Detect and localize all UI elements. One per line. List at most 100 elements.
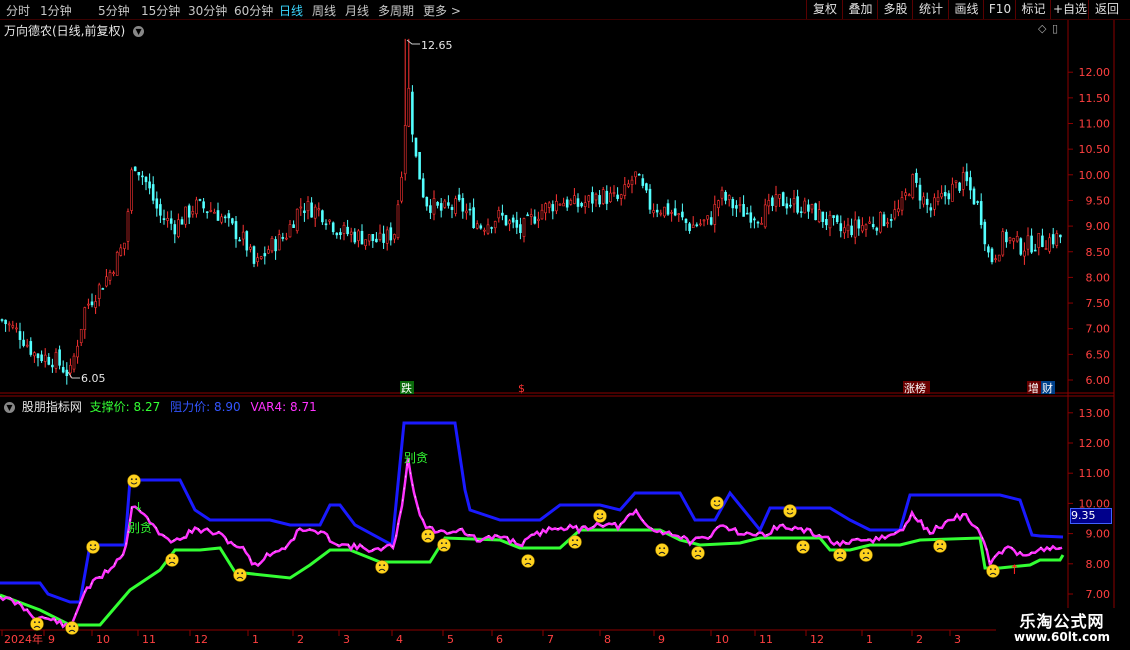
candle-body [727,195,731,200]
candle-body [29,341,33,355]
candle-body [911,174,915,198]
time-tick-label: 10 [715,633,729,646]
candle-body [454,198,457,214]
zengcai-marker[interactable]: 增 [1028,381,1039,395]
time-tick-label: 8 [604,633,611,646]
indicator-tick-label: 13.00 [1079,407,1111,420]
candle-body [814,203,817,221]
cai-marker[interactable]: 财 [1042,381,1053,395]
candlestick-series [0,38,1062,385]
candle-body [904,192,907,196]
candle-body [544,203,547,214]
candle-body [875,227,879,231]
frown-icon [833,548,847,562]
candle-body [1023,250,1026,257]
candle-body [774,194,778,207]
frown-icon [437,538,451,552]
candle-body [281,237,285,239]
candle-body [879,211,882,233]
candle-body [94,301,97,308]
candle-body [558,203,562,206]
candle-body [702,219,706,222]
candle-body [1008,237,1012,241]
candle-body [882,214,886,227]
candle-body [738,204,742,206]
frown-icon [421,529,435,543]
candle-body [209,210,213,212]
candle-body [634,171,637,178]
candle-body [353,231,357,243]
candle-body [735,205,738,209]
candle-body [191,211,195,215]
frown-icon [568,535,582,549]
candle-body [515,219,519,228]
candle-body [1055,233,1059,246]
dollar-marker[interactable]: $ [518,382,525,395]
candle-body [115,251,119,276]
candle-body [40,354,43,362]
candle-body [511,217,515,223]
candle-body [587,195,591,202]
candle-body [709,217,713,225]
candle-body [259,256,263,259]
candle-body [1030,235,1033,253]
price-tick-label: 6.50 [1086,348,1111,361]
candle-body [695,224,699,227]
candle-body [310,202,313,218]
candle-body [655,209,659,213]
zhangbang-marker[interactable]: 涨榜 [904,381,926,395]
candle-body [418,151,421,180]
candle-body [745,212,749,215]
time-tick-label: 10 [96,633,110,646]
candle-body [619,194,623,199]
candle-body [958,182,961,191]
candle-body [313,206,317,219]
candle-body [76,345,79,358]
candle-body [112,272,115,275]
candle-body [691,224,695,228]
candle-body [11,325,15,328]
candle-body [666,203,670,215]
candle-body [378,232,382,240]
candle-body [360,230,364,245]
candle-body [173,224,177,235]
kline-chart[interactable]: 12.00 11.50 11.00 10.50 10.00 9.50 9.00 8.50 8.0… [0,0,1130,650]
price-tick-label: 9.50 [1086,194,1111,207]
price-tick-label: 10.00 [1079,169,1111,182]
candle-body [0,319,4,321]
candle-body [490,227,493,229]
candle-body [897,208,900,213]
die-marker[interactable]: 跌 [401,381,412,395]
candle-body [303,210,306,213]
candle-body [166,218,169,221]
time-tick-label: 12 [194,633,208,646]
time-tick-label: 7 [547,633,554,646]
candle-body [7,323,11,326]
candle-body [317,208,321,211]
candle-body [18,331,22,340]
arrow-up-icon: ↑ [1009,563,1020,578]
candle-body [339,232,342,236]
candle-body [864,224,868,230]
time-tick-label: 1 [866,633,873,646]
frown-icon [859,548,873,562]
candle-body [569,200,573,205]
candle-body [853,219,857,238]
candle-body [256,257,259,262]
candle-body [547,202,551,208]
candle-body [407,87,411,127]
time-tick-label: 2 [297,633,304,646]
candle-body [907,194,911,197]
candle-body [706,215,709,220]
candle-body [144,176,148,183]
candle-body [799,211,803,213]
candle-body [943,192,947,197]
candle-body [389,227,393,241]
candle-body [659,212,663,215]
candle-body [493,221,497,229]
var4-highlight [0,457,1063,627]
candle-body [331,222,335,233]
candle-body [72,355,76,370]
candle-body [987,246,990,253]
candle-body [1012,238,1015,242]
